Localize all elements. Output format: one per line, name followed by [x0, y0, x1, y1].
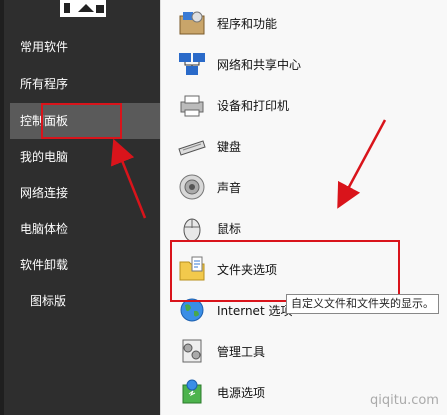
left-edge-strip: [0, 0, 4, 415]
cp-item-label: 声音: [217, 180, 242, 195]
cp-item-label: 设备和打印机: [217, 98, 290, 113]
keyboard-icon: [175, 129, 209, 163]
watermark: qiqitu.com: [370, 393, 439, 408]
app-logo-icon: [60, 0, 106, 17]
network-sharing-icon: [175, 47, 209, 81]
admin-tools-icon: [175, 334, 209, 368]
cp-item-label: 网络和共享中心: [217, 57, 302, 72]
left-menu-panel: 常用软件 所有程序 控制面板 我的电脑 网络连接 电脑体检 软件卸载 图标版: [0, 0, 160, 415]
cp-item-power-options[interactable]: 电源选项: [175, 372, 265, 412]
cp-item-keyboard[interactable]: 键盘: [175, 126, 241, 166]
tooltip: 自定义文件和文件夹的显示。: [286, 294, 439, 314]
power-options-icon: [175, 375, 209, 409]
menu-item-label: 所有程序: [20, 77, 69, 91]
menu-item-label: 网络连接: [20, 186, 69, 200]
cp-item-network-sharing[interactable]: 网络和共享中心: [175, 44, 301, 84]
menu-item-icon-view[interactable]: 图标版: [10, 283, 160, 319]
cp-item-sound[interactable]: 声音: [175, 167, 241, 207]
cp-item-devices-printers[interactable]: 设备和打印机: [175, 85, 289, 125]
cp-item-admin-tools[interactable]: 管理工具: [175, 331, 265, 371]
cp-item-label: 电源选项: [217, 385, 266, 400]
menu-item-label: 软件卸载: [20, 258, 69, 272]
menu-item-common-software[interactable]: 常用软件: [10, 29, 160, 65]
cp-item-label: Internet 选项: [217, 303, 293, 318]
cp-item-label: 管理工具: [217, 344, 266, 359]
menu-item-network-connection[interactable]: 网络连接: [10, 175, 160, 211]
menu-item-label: 我的电脑: [20, 150, 69, 164]
menu-item-label: 常用软件: [20, 40, 69, 54]
annotation-box-folder-options: [170, 240, 400, 302]
menu-item-all-programs[interactable]: 所有程序: [10, 66, 160, 102]
annotation-box-control-panel: [41, 103, 122, 139]
speaker-icon: [175, 170, 209, 204]
cp-item-label: 键盘: [217, 139, 242, 154]
menu-item-pc-checkup[interactable]: 电脑体检: [10, 211, 160, 247]
menu-item-label: 电脑体检: [20, 222, 69, 236]
menu-item-label: 图标版: [30, 294, 67, 308]
devices-printers-icon: [175, 88, 209, 122]
cp-item-label: 程序和功能: [217, 16, 278, 31]
menu-item-uninstall[interactable]: 软件卸载: [10, 247, 160, 283]
menu-item-my-computer[interactable]: 我的电脑: [10, 139, 160, 175]
programs-icon: [175, 6, 209, 40]
cp-item-label: 鼠标: [217, 221, 242, 236]
cp-item-programs[interactable]: 程序和功能: [175, 3, 277, 43]
